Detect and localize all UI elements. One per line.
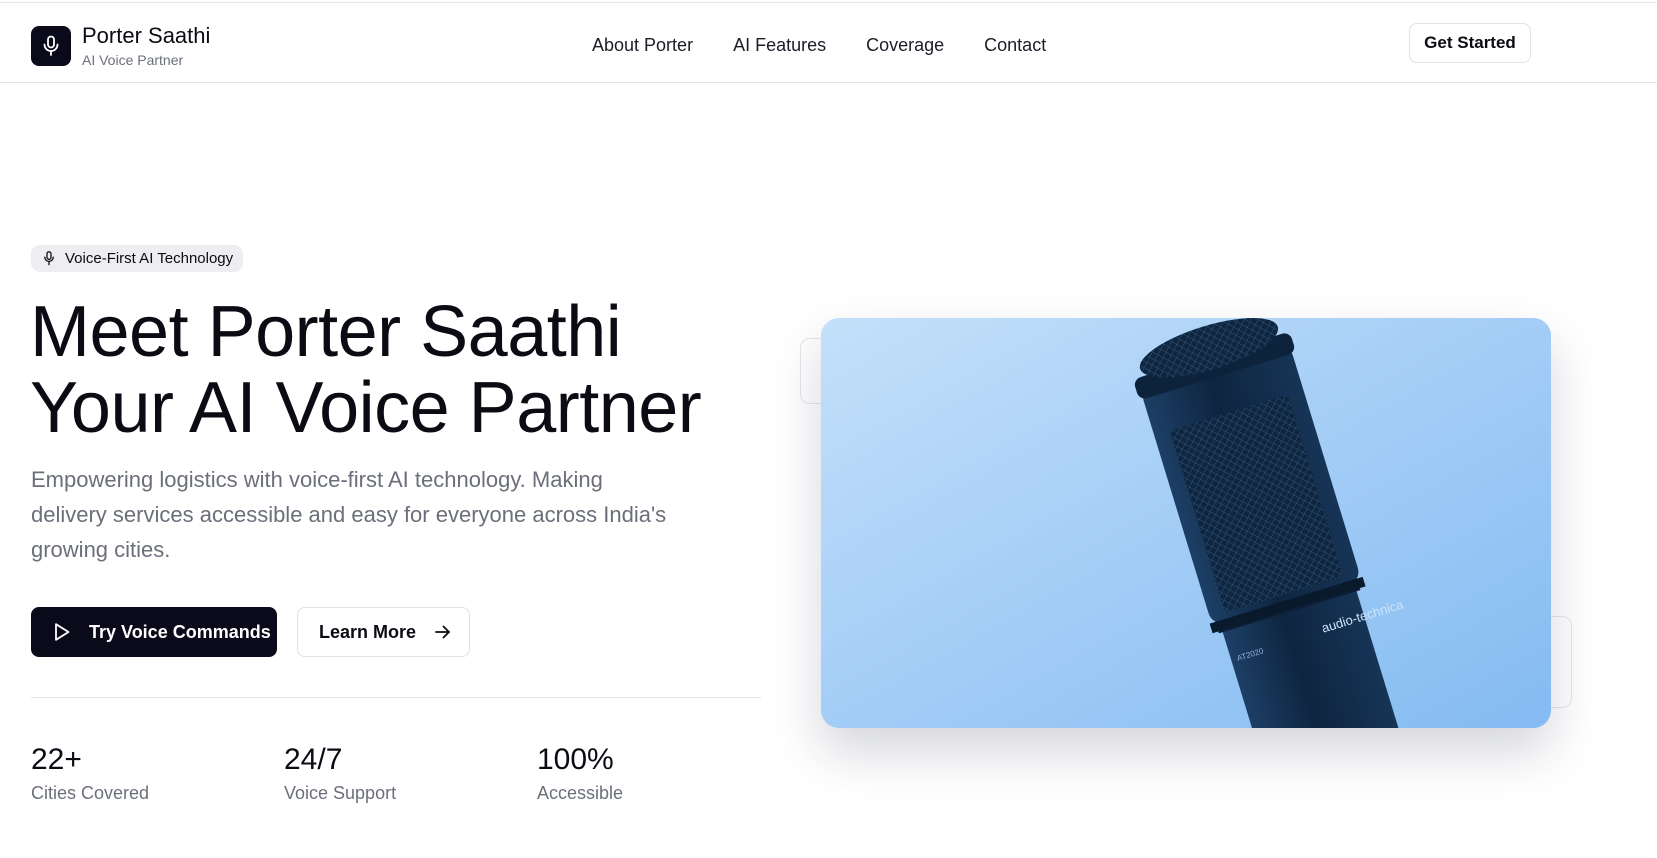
badge-label: Voice-First AI Technology <box>65 250 234 267</box>
stat-accessible: 100% Accessible <box>537 742 623 804</box>
brand-tagline: AI Voice Partner <box>82 52 184 68</box>
microphone-icon <box>31 26 71 66</box>
main-nav: About Porter AI Features Coverage Contac… <box>592 33 1086 57</box>
stat-label: Voice Support <box>284 783 397 803</box>
stat-voice-support: 24/7 Voice Support <box>284 742 396 804</box>
nav-coverage[interactable]: Coverage <box>866 33 944 57</box>
stat-label: Cities Covered <box>31 783 150 803</box>
stat-value: 24/7 <box>284 743 343 776</box>
hero-title-line-2: Your AI Voice Partner <box>30 368 702 448</box>
get-started-button[interactable]: Get Started <box>1409 23 1531 63</box>
brand-name: Porter Saathi <box>82 23 211 48</box>
try-voice-commands-button[interactable]: Try Voice Commands <box>31 607 277 657</box>
stat-value: 100% <box>537 743 614 776</box>
hero-title-line-1: Meet Porter Saathi <box>30 292 622 372</box>
hero-title: Meet Porter Saathi Your AI Voice Partner <box>30 292 702 448</box>
try-voice-commands-label: Try Voice Commands <box>89 621 271 642</box>
hero-badge: Voice-First AI Technology <box>31 245 244 272</box>
nav-ai-features[interactable]: AI Features <box>733 33 826 57</box>
arrow-right-icon <box>434 624 452 640</box>
nav-about-porter[interactable]: About Porter <box>592 33 693 57</box>
learn-more-button[interactable]: Learn More <box>297 607 470 657</box>
brand-logo[interactable]: Porter Saathi AI Voice Partner <box>31 23 210 69</box>
learn-more-label: Learn More <box>319 621 417 642</box>
nav-contact[interactable]: Contact <box>984 33 1046 57</box>
stat-value: 22+ <box>31 743 82 776</box>
hero-microphone-image: audio-technica AT2020 <box>821 318 1551 728</box>
stat-cities: 22+ Cities Covered <box>31 742 149 804</box>
stats-divider <box>31 697 761 698</box>
hero-description: Empowering logistics with voice-first AI… <box>31 467 667 562</box>
microphone-icon <box>43 251 55 266</box>
stat-label: Accessible <box>537 783 624 803</box>
site-header: Porter Saathi AI Voice Partner About Por… <box>0 3 1657 83</box>
play-icon <box>53 622 71 642</box>
